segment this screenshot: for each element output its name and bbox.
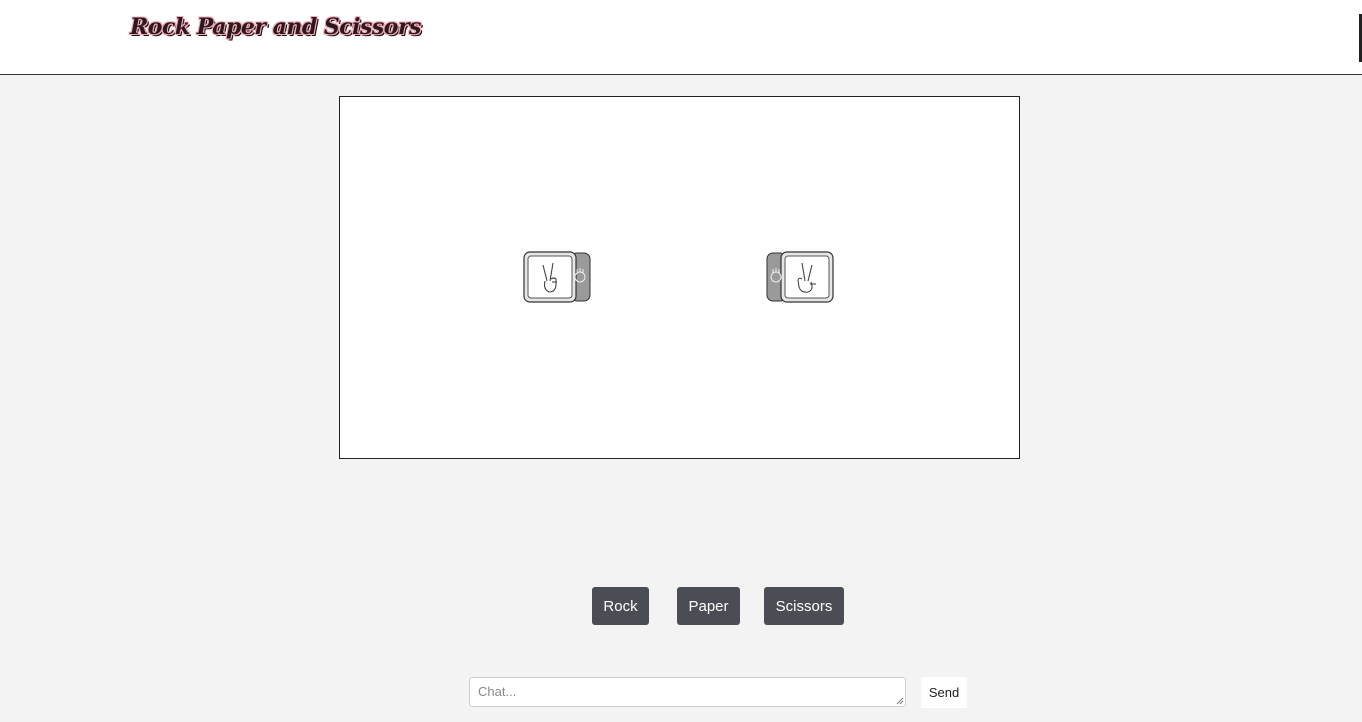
resize-grip-icon[interactable]: [896, 697, 904, 705]
rock-button[interactable]: Rock: [592, 587, 649, 625]
player-die: [523, 251, 591, 303]
site-logo[interactable]: Rock Paper and Scissors: [130, 14, 421, 40]
move-controls: Rock Paper Scissors: [0, 587, 1362, 625]
top-header: Rock Paper and Scissors: [0, 0, 1362, 75]
game-board: [339, 96, 1020, 459]
chat-input[interactable]: [469, 677, 906, 707]
send-button[interactable]: Send: [921, 677, 967, 708]
scissors-button[interactable]: Scissors: [764, 587, 844, 625]
paper-button[interactable]: Paper: [677, 587, 740, 625]
opponent-die: [766, 251, 834, 303]
